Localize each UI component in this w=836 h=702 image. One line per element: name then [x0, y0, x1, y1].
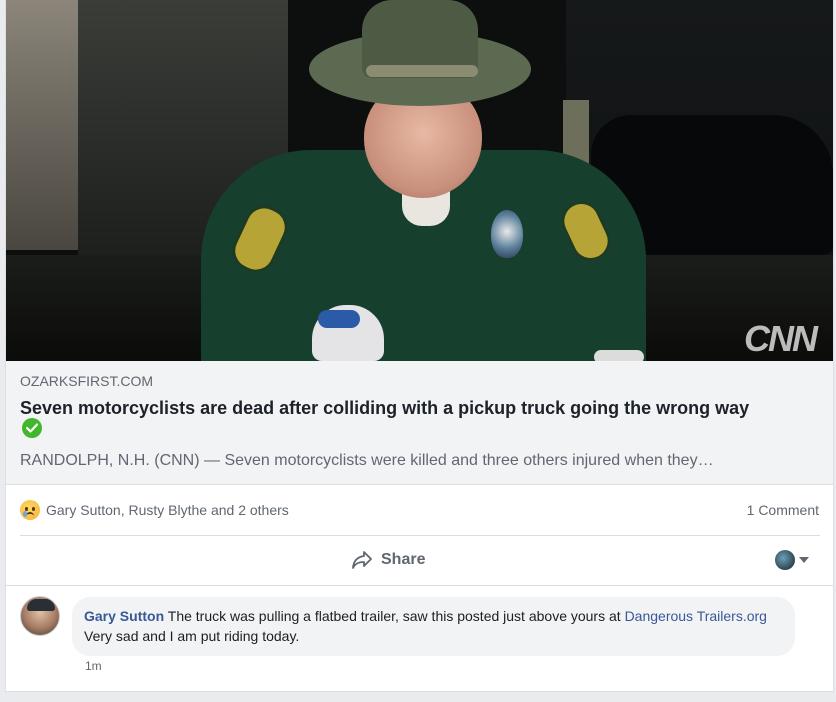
comment-timestamp[interactable]: 1m — [85, 659, 102, 673]
comment-text-2: Very sad and I am put riding today. — [84, 628, 300, 644]
share-button[interactable]: Share — [351, 548, 425, 572]
link-domain: OZARKSFIRST.COM — [20, 373, 154, 389]
commenter-name[interactable]: Gary Sutton — [84, 608, 164, 624]
hat-band — [366, 65, 478, 77]
comment-count[interactable]: 1 Comment — [747, 502, 819, 518]
comment-bubble: Gary Sutton The truck was pulling a flat… — [72, 597, 795, 656]
link-headline[interactable]: Seven motorcyclists are dead after colli… — [20, 397, 825, 419]
profile-selector-icon — [775, 550, 795, 570]
bg-building — [6, 0, 78, 250]
microphone-secondary — [594, 350, 644, 361]
share-arrow-icon — [352, 551, 372, 569]
post-image[interactable]: CNN — [6, 0, 833, 361]
comment-text-1: The truck was pulling a flatbed trailer,… — [164, 608, 625, 624]
link-description: RANDOLPH, N.H. (CNN) — Seven motorcyclis… — [20, 452, 714, 469]
profile-selector[interactable] — [775, 550, 809, 570]
sad-reaction-icon — [20, 500, 40, 520]
post-card: CNN OZARKSFIRST.COM Seven motorcyclists … — [5, 0, 834, 692]
cnn-watermark: CNN — [744, 318, 818, 359]
caret-down-icon — [799, 557, 809, 563]
comment-link[interactable]: Dangerous Trailers.org — [625, 608, 767, 624]
check-circle-icon — [22, 418, 42, 438]
microphone-flag — [318, 310, 360, 328]
link-preview[interactable]: OZARKSFIRST.COM Seven motorcyclists are … — [6, 361, 833, 485]
reactions-summary[interactable]: Gary Sutton, Rusty Blythe and 2 others — [20, 500, 289, 520]
share-label: Share — [381, 551, 426, 568]
divider — [6, 585, 833, 586]
commenter-avatar[interactable] — [20, 596, 60, 636]
trooper-badge — [491, 210, 523, 258]
divider — [20, 535, 820, 536]
reaction-names[interactable]: Gary Sutton, Rusty Blythe and 2 others — [46, 502, 289, 518]
